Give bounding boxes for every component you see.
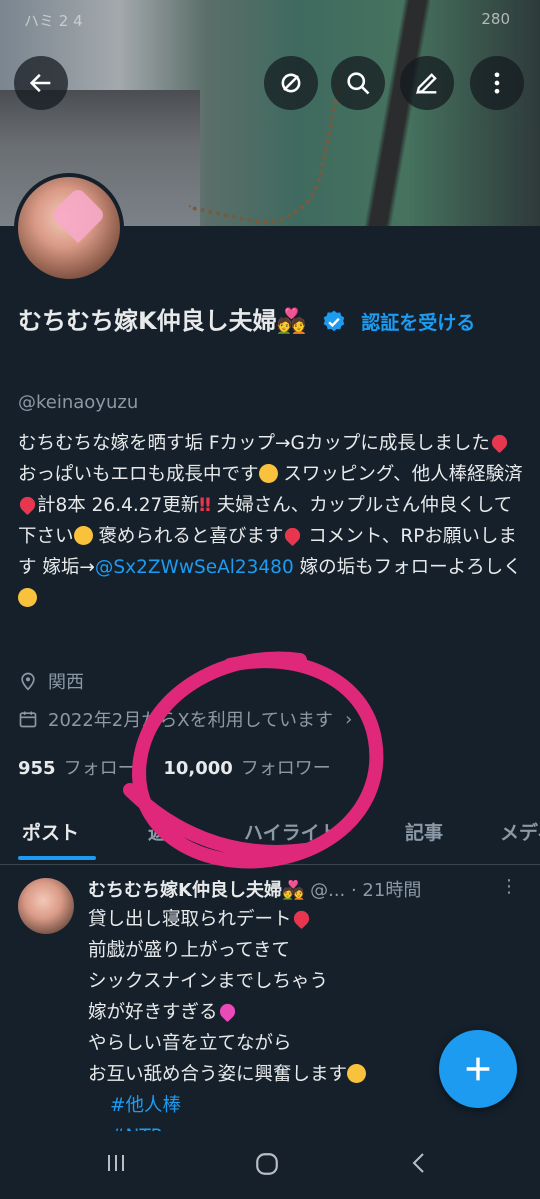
bio-mention-link[interactable]: @Sx2ZWwSeAl23480: [95, 557, 294, 578]
post-meta: @... · 21時間: [310, 880, 422, 901]
edit-button[interactable]: [400, 56, 454, 110]
battery-level: 280: [481, 10, 510, 28]
post-line: 前戯が盛り上がってきて: [88, 940, 291, 961]
edit-icon: [416, 73, 437, 94]
compose-post-button[interactable]: [439, 1030, 517, 1108]
more-button[interactable]: [470, 56, 524, 110]
double-exclamation-icon: ‼: [199, 495, 211, 516]
heart-emoji-icon: [282, 524, 304, 547]
profile-name-row: むちむち嫁K仲良し夫婦💑 認証を受ける: [18, 300, 518, 344]
tab-media[interactable]: メディア: [500, 818, 540, 845]
status-bar: ハミ 2 4 280: [0, 0, 540, 44]
plus-icon: [466, 1057, 490, 1081]
heart-emoji-icon: [290, 907, 312, 930]
profile-name: むちむち嫁K仲良し夫婦💑: [18, 307, 307, 335]
post-line: シックスナインまでしちゃう: [88, 971, 328, 992]
get-verified-link[interactable]: 認証を受ける: [361, 312, 475, 334]
arrow-left-icon: [29, 73, 51, 93]
sparkling-heart-emoji-icon: [216, 1000, 238, 1023]
profile-handle: @keinaoyuzu: [18, 392, 139, 413]
hashtag-link[interactable]: #他人棒: [88, 1090, 508, 1121]
system-nav-bar: [0, 1131, 540, 1199]
follow-stats: 955 フォロー 10,000 フォロワー: [18, 754, 331, 780]
home-icon[interactable]: [254, 1151, 280, 1177]
post-avatar[interactable]: [18, 878, 74, 934]
post-author-name[interactable]: むちむち嫁K仲良し夫婦💑: [88, 880, 304, 901]
grinning-emoji-icon: [347, 1064, 367, 1083]
verified-badge-icon: [323, 310, 345, 332]
calendar-icon: [19, 711, 37, 728]
heart-eyes-emoji-icon: [73, 526, 93, 545]
status-left: ハミ 2 4: [24, 12, 83, 30]
back-button[interactable]: [14, 56, 68, 110]
post-body[interactable]: 貸し出し寝取られデート 前戯が盛り上がってきて シックスナインまでしちゃう 嫁が…: [88, 904, 508, 1152]
profile-avatar[interactable]: [14, 173, 124, 283]
post-more-icon[interactable]: ⋮: [500, 876, 518, 897]
grinning-emoji-icon: [18, 588, 37, 607]
profile-tabs: ポスト 返信 ハイライト 記事 メディア: [0, 808, 540, 865]
search-button[interactable]: [331, 56, 385, 110]
refresh-button[interactable]: [264, 56, 318, 110]
profile-location: 関西: [18, 668, 84, 694]
heart-eyes-emoji-icon: [258, 464, 278, 483]
back-nav-icon[interactable]: [408, 1151, 432, 1175]
chevron-right-icon: ›: [345, 708, 353, 730]
refresh-icon: [281, 73, 301, 93]
post-header: むちむち嫁K仲良し夫婦💑 @... · 21時間: [88, 876, 528, 902]
location-pin-icon: [21, 672, 35, 691]
tab-replies[interactable]: 返信: [148, 818, 186, 845]
heart-emoji-icon: [16, 493, 39, 516]
more-vertical-icon: [494, 72, 500, 94]
active-tab-indicator: [18, 856, 96, 860]
followers-link[interactable]: 10,000 フォロワー: [163, 758, 330, 779]
heart-emoji-icon: [488, 431, 511, 454]
post-line: 貸し出し寝取られデート: [88, 904, 508, 935]
tab-posts[interactable]: ポスト: [22, 818, 79, 845]
profile-bio: むちむちな嫁を晒す垢 Fカップ→Gカップに成長しました おっぱいもエロも成長中で…: [16, 428, 523, 614]
search-icon: [347, 72, 370, 95]
tab-articles[interactable]: 記事: [405, 818, 443, 845]
post-line: 嫁が好きすぎる: [88, 997, 508, 1028]
recent-apps-icon[interactable]: [104, 1151, 128, 1175]
following-link[interactable]: 955 フォロー: [18, 758, 136, 779]
tab-highlights[interactable]: ハイライト: [244, 818, 339, 845]
profile-joined[interactable]: 2022年2月からXを利用しています ›: [18, 706, 352, 732]
